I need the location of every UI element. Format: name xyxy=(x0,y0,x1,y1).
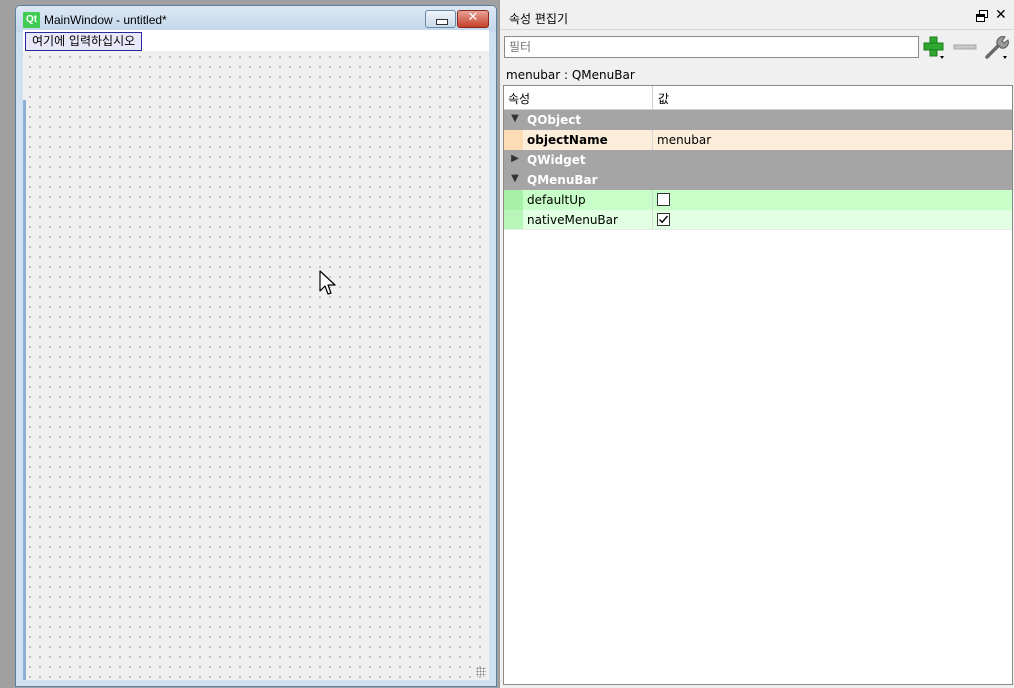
size-grip[interactable] xyxy=(476,667,486,677)
form-title: MainWindow - untitled* xyxy=(44,13,167,27)
header-property[interactable]: 속성 xyxy=(508,90,530,107)
dock-title: 속성 편집기 xyxy=(509,12,569,26)
property-name: objectName xyxy=(527,133,608,147)
header-divider xyxy=(652,86,653,109)
chevron-down-icon[interactable]: ▼ xyxy=(510,173,520,184)
form-window[interactable]: Qt MainWindow - untitled* ✕ 여기에 입력하십시오 xyxy=(15,5,497,687)
property-row-objectname[interactable]: objectName menubar xyxy=(504,130,1012,150)
property-name: defaultUp xyxy=(527,193,586,207)
dock-close-icon[interactable]: ✕ xyxy=(995,7,1007,23)
row-stripe xyxy=(504,210,523,230)
property-row-nativemenubar[interactable]: nativeMenuBar xyxy=(504,210,1012,230)
defaultup-checkbox[interactable] xyxy=(657,193,670,206)
minimize-button[interactable] xyxy=(425,10,456,28)
group-qmenubar[interactable]: ▼ QMenuBar xyxy=(504,170,1012,190)
property-row-defaultup[interactable]: defaultUp xyxy=(504,190,1012,210)
qt-logo-icon: Qt xyxy=(23,12,40,28)
property-editor-dock: 속성 편집기 ✕ menubar : QMenuBar 속성 값 ▼ QObje xyxy=(499,0,1014,688)
row-divider xyxy=(504,229,1012,230)
menubar[interactable]: 여기에 입력하십시오 xyxy=(23,30,489,51)
property-table[interactable]: 속성 값 ▼ QObject objectName menubar ▶ QWid… xyxy=(503,85,1013,685)
group-qobject[interactable]: ▼ QObject xyxy=(504,110,1012,130)
form-canvas[interactable]: 여기에 입력하십시오 xyxy=(23,30,489,680)
left-edge-bar xyxy=(23,100,26,680)
filter-input[interactable] xyxy=(504,36,919,58)
property-table-header: 속성 값 xyxy=(504,86,1012,110)
group-label: QObject xyxy=(527,113,582,127)
property-value[interactable]: menubar xyxy=(657,133,711,147)
column-divider xyxy=(652,190,653,210)
group-label: QWidget xyxy=(527,153,586,167)
row-stripe xyxy=(504,130,523,150)
chevron-down-icon[interactable]: ▼ xyxy=(510,113,520,124)
cursor-icon xyxy=(319,270,336,295)
property-name: nativeMenuBar xyxy=(527,213,618,227)
configure-icon[interactable] xyxy=(984,34,1010,60)
column-divider xyxy=(652,210,653,230)
form-titlebar[interactable]: Qt MainWindow - untitled* ✕ xyxy=(16,6,496,32)
close-icon: ✕ xyxy=(467,10,479,25)
column-divider xyxy=(652,130,653,150)
add-icon[interactable] xyxy=(921,34,947,60)
dock-titlebar[interactable]: 속성 편집기 ✕ xyxy=(500,0,1014,30)
group-qwidget[interactable]: ▶ QWidget xyxy=(504,150,1012,170)
menu-placeholder[interactable]: 여기에 입력하십시오 xyxy=(25,32,143,51)
close-button[interactable]: ✕ xyxy=(457,10,489,28)
chevron-right-icon[interactable]: ▶ xyxy=(510,153,520,164)
group-label: QMenuBar xyxy=(527,173,598,187)
remove-icon[interactable] xyxy=(952,34,978,60)
row-stripe xyxy=(504,190,523,210)
header-value[interactable]: 값 xyxy=(658,90,669,107)
object-class-label: menubar : QMenuBar xyxy=(506,68,635,82)
nativemenubar-checkbox[interactable] xyxy=(657,213,670,226)
checkmark-icon xyxy=(659,215,669,224)
float-icon[interactable] xyxy=(976,10,988,22)
